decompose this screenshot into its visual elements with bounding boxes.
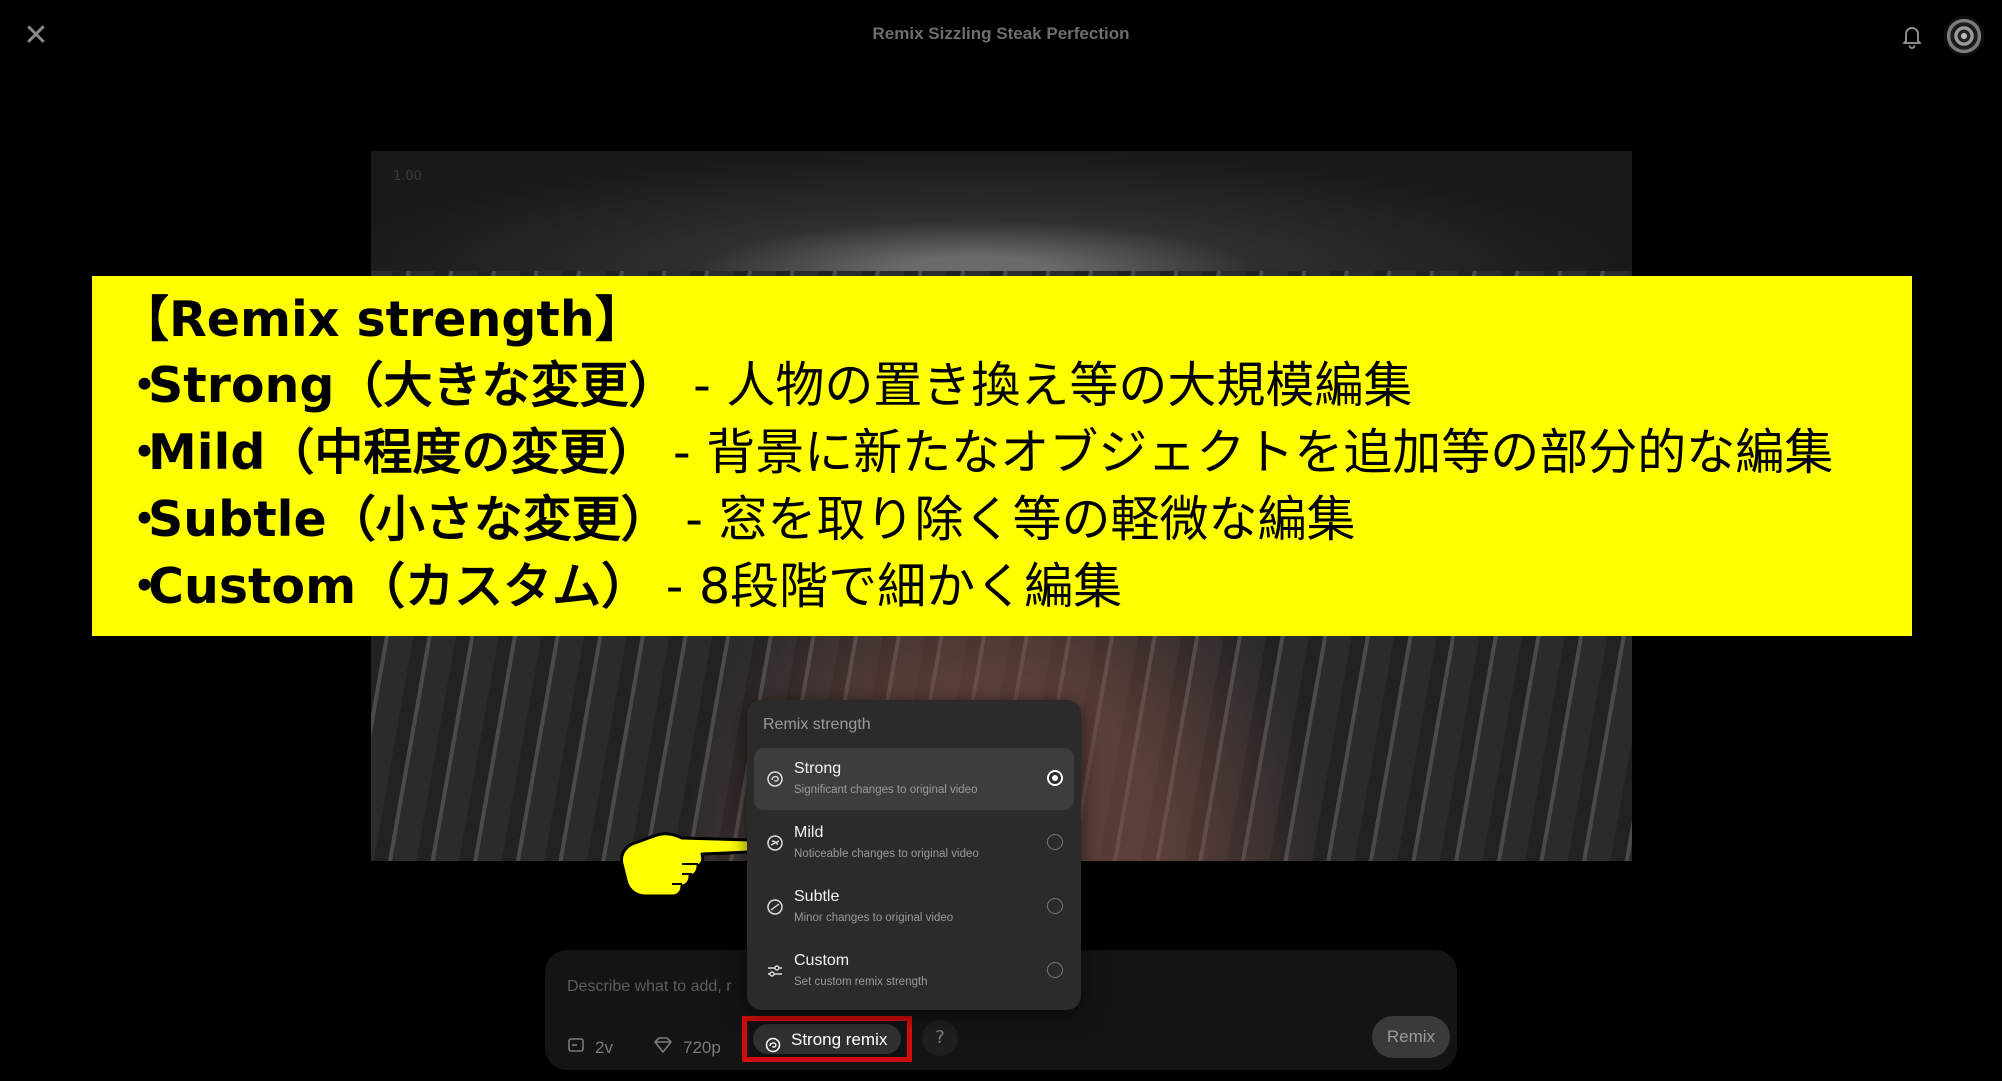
video-frame-top bbox=[371, 151, 1632, 271]
versions-chip[interactable]: 2v bbox=[567, 1030, 613, 1066]
annotation-line-custom: ・Custom（カスタム） - 8段階で細かく編集 bbox=[120, 558, 1123, 615]
option-desc: Significant changes to original video bbox=[794, 784, 978, 796]
strength-button[interactable]: Strong remix bbox=[753, 1024, 901, 1054]
option-desc: Noticeable changes to original video bbox=[794, 848, 979, 860]
resolution-chip[interactable]: 720p bbox=[653, 1030, 721, 1066]
option-desc: Set custom remix strength bbox=[794, 976, 928, 988]
remix-strength-icon bbox=[765, 1032, 781, 1064]
sliders-icon bbox=[766, 962, 784, 980]
remix-strength-icon bbox=[766, 834, 784, 852]
option-name: Mild bbox=[794, 824, 824, 841]
annotation-box: 【Remix strength】 ・Strong（大きな変更） - 人物の置き換… bbox=[92, 276, 1912, 636]
radio-selected[interactable] bbox=[1047, 770, 1063, 786]
resolution-label: 720p bbox=[683, 1038, 721, 1057]
option-desc: Minor changes to original video bbox=[794, 912, 954, 924]
remix-strength-icon bbox=[766, 898, 784, 916]
pointing-hand-icon bbox=[612, 806, 752, 902]
radio-unselected[interactable] bbox=[1047, 834, 1063, 850]
annotation-line-subtle: ・Subtle（小さな変更） - 窓を取り除く等の軽微な編集 bbox=[120, 491, 1356, 548]
gem-icon bbox=[653, 1031, 673, 1067]
option-name: Custom bbox=[794, 952, 850, 969]
menu-title: Remix strength bbox=[763, 716, 871, 733]
option-name: Subtle bbox=[794, 888, 840, 905]
strength-button-label: Strong remix bbox=[791, 1030, 888, 1049]
avatar[interactable] bbox=[1944, 16, 1984, 56]
strength-button-highlight[interactable]: Strong remix bbox=[742, 1016, 912, 1062]
option-custom[interactable]: Custom Set custom remix strength bbox=[754, 940, 1074, 1002]
top-bar: ✕ Remix Sizzling Steak Perfection bbox=[0, 0, 2002, 72]
playback-speed: 1.00 bbox=[393, 169, 422, 184]
radio-unselected[interactable] bbox=[1047, 962, 1063, 978]
option-mild[interactable]: Mild Noticeable changes to original vide… bbox=[754, 812, 1074, 874]
radio-unselected[interactable] bbox=[1047, 898, 1063, 914]
bell-icon[interactable] bbox=[1896, 20, 1928, 52]
help-button[interactable]: ? bbox=[922, 1020, 958, 1056]
remix-strength-menu: Remix strength Strong Significant change… bbox=[747, 700, 1081, 1010]
annotation-heading: 【Remix strength】 bbox=[120, 291, 644, 348]
remix-strength-icon bbox=[766, 770, 784, 788]
annotation-line-strong: ・Strong（大きな変更） - 人物の置き換え等の大規模編集 bbox=[120, 357, 1413, 414]
prompt-input[interactable]: Describe what to add, r bbox=[567, 978, 732, 996]
option-strong[interactable]: Strong Significant changes to original v… bbox=[754, 748, 1074, 810]
annotation-line-mild: ・Mild（中程度の変更） - 背景に新たなオブジェクトを追加等の部分的な編集 bbox=[120, 424, 1834, 481]
remix-button[interactable]: Remix bbox=[1372, 1016, 1450, 1058]
versions-label: 2v bbox=[595, 1038, 613, 1057]
aspect-icon bbox=[567, 1031, 585, 1067]
option-name: Strong bbox=[794, 760, 842, 777]
option-subtle[interactable]: Subtle Minor changes to original video bbox=[754, 876, 1074, 938]
page-title: Remix Sizzling Steak Perfection bbox=[872, 24, 1130, 43]
